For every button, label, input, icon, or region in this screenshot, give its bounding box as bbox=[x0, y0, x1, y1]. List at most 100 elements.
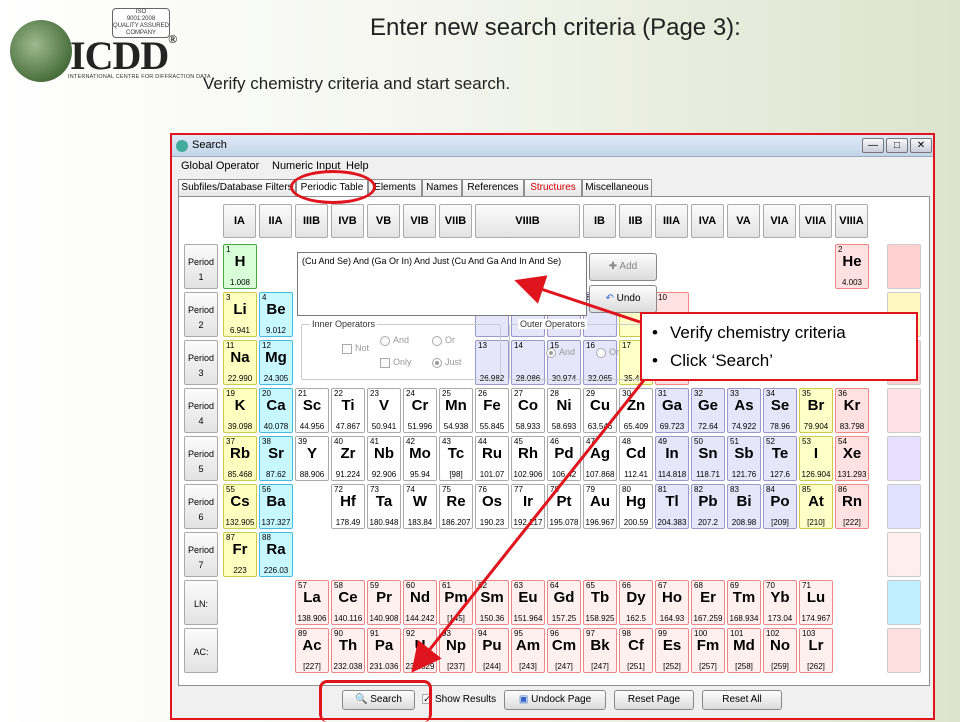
element-xe[interactable]: 54 Xe 131.293 bbox=[835, 436, 869, 481]
just-radio[interactable]: Just bbox=[432, 357, 462, 368]
element-ir[interactable]: 77 Ir 192.217 bbox=[511, 484, 545, 529]
group-vib[interactable]: VIB bbox=[403, 204, 436, 238]
menu-global-operator[interactable]: Global Operator bbox=[181, 160, 259, 172]
element-pa[interactable]: 91 Pa 231.036 bbox=[367, 628, 401, 673]
element-os[interactable]: 76 Os 190.23 bbox=[475, 484, 509, 529]
element-re[interactable]: 75 Re 186.207 bbox=[439, 484, 473, 529]
element-at[interactable]: 85 At [210] bbox=[799, 484, 833, 529]
element-pm[interactable]: 61 Pm [145] bbox=[439, 580, 473, 625]
undo-button[interactable]: ↶ Undo bbox=[589, 285, 657, 313]
group-viiia[interactable]: VIIIA bbox=[835, 204, 868, 238]
element-ba[interactable]: 56 Ba 137.327 bbox=[259, 484, 293, 529]
group-ib[interactable]: IB bbox=[583, 204, 616, 238]
element-dy[interactable]: 66 Dy 162.5 bbox=[619, 580, 653, 625]
element-pr[interactable]: 59 Pr 140.908 bbox=[367, 580, 401, 625]
element-np[interactable]: 93 Np [237] bbox=[439, 628, 473, 673]
element-ni[interactable]: 28 Ni 58.693 bbox=[547, 388, 581, 433]
element-hg[interactable]: 80 Hg 200.59 bbox=[619, 484, 653, 529]
element-cu[interactable]: 29 Cu 63.546 bbox=[583, 388, 617, 433]
element-v[interactable]: 23 V 50.941 bbox=[367, 388, 401, 433]
element-mn[interactable]: 25 Mn 54.938 bbox=[439, 388, 473, 433]
group-viiib[interactable]: VIIIB bbox=[475, 204, 580, 238]
group-iib[interactable]: IIB bbox=[619, 204, 652, 238]
show-results-checkbox[interactable]: ✓ Show Results bbox=[422, 694, 496, 705]
element-pt[interactable]: 78 Pt 195.078 bbox=[547, 484, 581, 529]
element-ca[interactable]: 20 Ca 40.078 bbox=[259, 388, 293, 433]
category-filter-swatch[interactable] bbox=[887, 628, 921, 673]
add-button[interactable]: ✚ Add bbox=[589, 253, 657, 281]
category-filter-swatch[interactable] bbox=[887, 580, 921, 625]
element-ag[interactable]: 47 Ag 107.868 bbox=[583, 436, 617, 481]
group-iva[interactable]: IVA bbox=[691, 204, 724, 238]
reset-all-button[interactable]: Reset All bbox=[702, 690, 782, 710]
element-tb[interactable]: 65 Tb 158.925 bbox=[583, 580, 617, 625]
period-button-2[interactable]: Period 2 bbox=[184, 292, 218, 337]
element-fe[interactable]: 26 Fe 55.845 bbox=[475, 388, 509, 433]
element-sr[interactable]: 38 Sr 87.62 bbox=[259, 436, 293, 481]
category-filter-swatch[interactable] bbox=[887, 532, 921, 577]
maximize-button[interactable]: □ bbox=[886, 138, 908, 153]
element-ho[interactable]: 67 Ho 164.93 bbox=[655, 580, 689, 625]
element-co[interactable]: 27 Co 58.933 bbox=[511, 388, 545, 433]
element-rn[interactable]: 86 Rn [222] bbox=[835, 484, 869, 529]
tab-names[interactable]: Names bbox=[422, 179, 462, 197]
period-button-1[interactable]: Period 1 bbox=[184, 244, 218, 289]
group-via[interactable]: VIA bbox=[763, 204, 796, 238]
group-viib[interactable]: VIIB bbox=[439, 204, 472, 238]
group-ia[interactable]: IA bbox=[223, 204, 256, 238]
element-ga[interactable]: 31 Ga 69.723 bbox=[655, 388, 689, 433]
element-tm[interactable]: 69 Tm 168.934 bbox=[727, 580, 761, 625]
undock-page-button[interactable]: ▣ Undock Page bbox=[504, 690, 606, 710]
minimize-button[interactable]: — bbox=[862, 138, 884, 153]
group-iiia[interactable]: IIIA bbox=[655, 204, 688, 238]
element-h[interactable]: 1 H 1.008 bbox=[223, 244, 257, 289]
element-ge[interactable]: 32 Ge 72.64 bbox=[691, 388, 725, 433]
element-cm[interactable]: 96 Cm [247] bbox=[547, 628, 581, 673]
element-ce[interactable]: 58 Ce 140.116 bbox=[331, 580, 365, 625]
element-bk[interactable]: 97 Bk [247] bbox=[583, 628, 617, 673]
element-eu[interactable]: 63 Eu 151.964 bbox=[511, 580, 545, 625]
element-u[interactable]: 92 U 238.029 bbox=[403, 628, 437, 673]
period-button-3[interactable]: Period 3 bbox=[184, 340, 218, 385]
element-rh[interactable]: 45 Rh 102.906 bbox=[511, 436, 545, 481]
element-zn[interactable]: 30 Zn 65.409 bbox=[619, 388, 653, 433]
tab-references[interactable]: References bbox=[462, 179, 524, 197]
element-th[interactable]: 90 Th 232.038 bbox=[331, 628, 365, 673]
element-po[interactable]: 84 Po [209] bbox=[763, 484, 797, 529]
period-button-7[interactable]: Period 7 bbox=[184, 532, 218, 577]
element-he[interactable]: 2 He 4.003 bbox=[835, 244, 869, 289]
group-vb[interactable]: VB bbox=[367, 204, 400, 238]
element-mo[interactable]: 42 Mo 95.94 bbox=[403, 436, 437, 481]
element-as[interactable]: 33 As 74.922 bbox=[727, 388, 761, 433]
element-bi[interactable]: 83 Bi 208.98 bbox=[727, 484, 761, 529]
element-ac[interactable]: 89 Ac [227] bbox=[295, 628, 329, 673]
element-au[interactable]: 79 Au 196.967 bbox=[583, 484, 617, 529]
period-button-4[interactable]: Period 4 bbox=[184, 388, 218, 433]
outer-and-radio[interactable]: And bbox=[546, 347, 575, 358]
element-mg[interactable]: 12 Mg 24.305 bbox=[259, 340, 293, 385]
element-ta[interactable]: 73 Ta 180.948 bbox=[367, 484, 401, 529]
period-button-9[interactable]: AC: bbox=[184, 628, 218, 673]
element-cs[interactable]: 55 Cs 132.905 bbox=[223, 484, 257, 529]
element-w[interactable]: 74 W 183.84 bbox=[403, 484, 437, 529]
element-hf[interactable]: 72 Hf 178.49 bbox=[331, 484, 365, 529]
group-ivb[interactable]: IVB bbox=[331, 204, 364, 238]
or-radio[interactable]: Or bbox=[432, 335, 455, 346]
element-be[interactable]: 4 Be 9.012 bbox=[259, 292, 293, 337]
category-filter-swatch[interactable] bbox=[887, 388, 921, 433]
element-cd[interactable]: 48 Cd 112.41 bbox=[619, 436, 653, 481]
element-ti[interactable]: 22 Ti 47.867 bbox=[331, 388, 365, 433]
close-button[interactable]: ✕ bbox=[910, 138, 932, 153]
category-filter-swatch[interactable] bbox=[887, 436, 921, 481]
menu-help[interactable]: Help bbox=[346, 160, 369, 172]
and-radio[interactable]: And bbox=[380, 335, 409, 346]
element-rb[interactable]: 37 Rb 85.468 bbox=[223, 436, 257, 481]
element-kr[interactable]: 36 Kr 83.798 bbox=[835, 388, 869, 433]
criteria-text[interactable]: (Cu And Se) And (Ga Or In) And Just (Cu … bbox=[297, 252, 587, 316]
element-er[interactable]: 68 Er 167.259 bbox=[691, 580, 725, 625]
element-sb[interactable]: 51 Sb 121.76 bbox=[727, 436, 761, 481]
tab-structures[interactable]: Structures bbox=[524, 179, 582, 197]
element-in[interactable]: 49 In 114.818 bbox=[655, 436, 689, 481]
group-iia[interactable]: IIA bbox=[259, 204, 292, 238]
element-yb[interactable]: 70 Yb 173.04 bbox=[763, 580, 797, 625]
